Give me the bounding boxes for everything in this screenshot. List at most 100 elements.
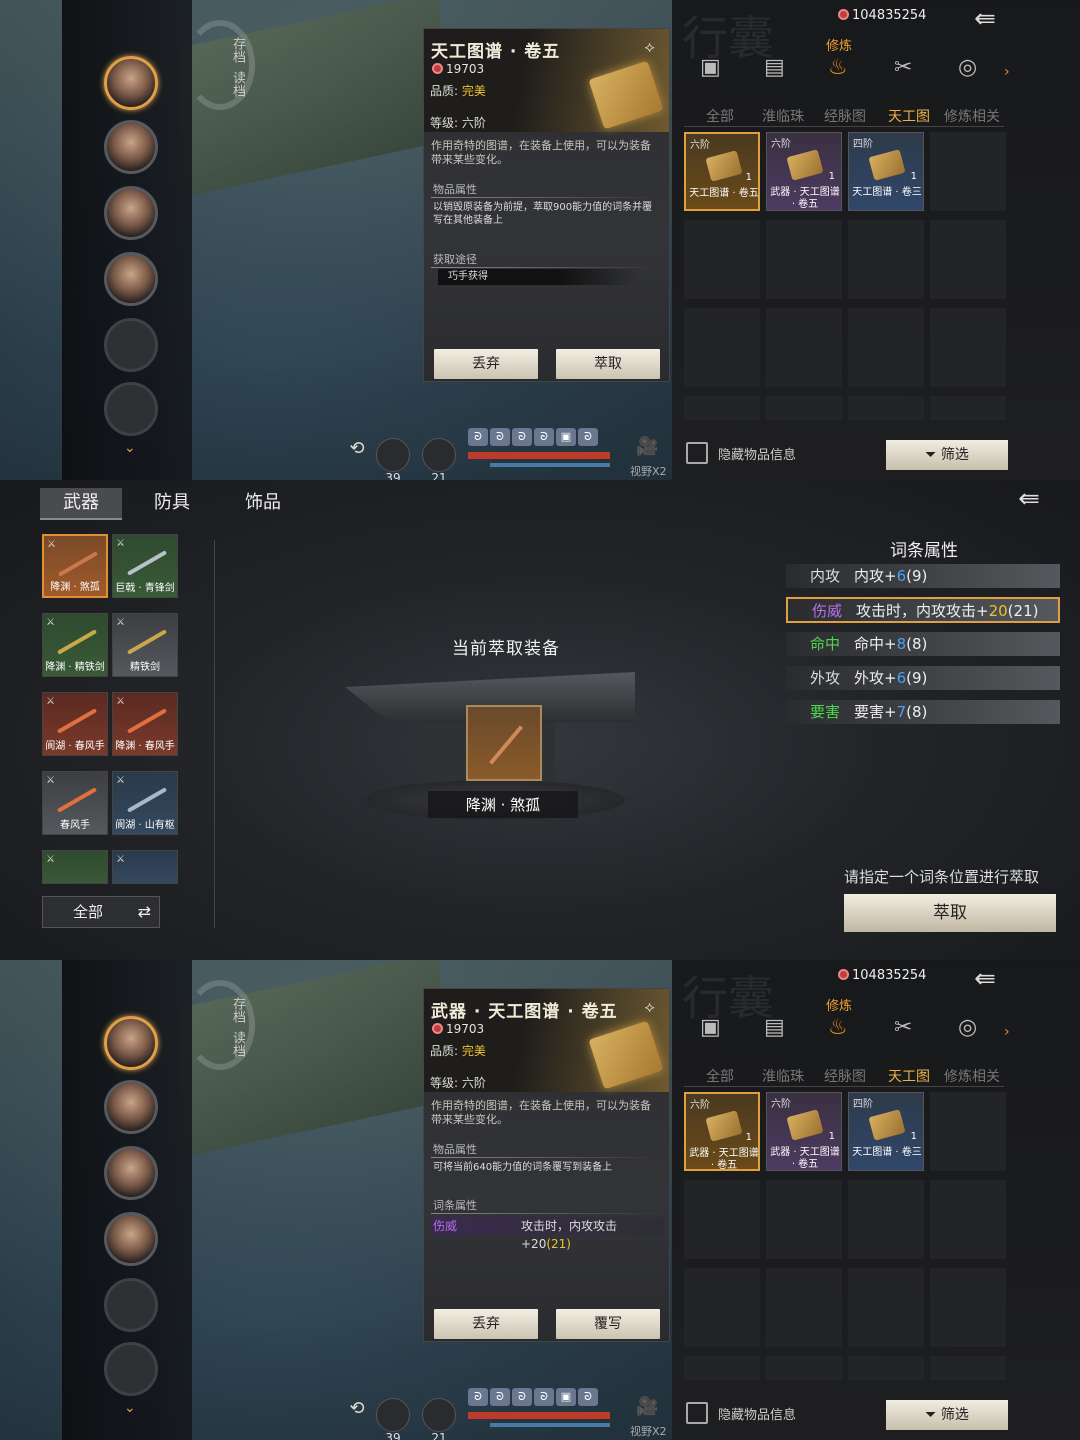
item-slot-2[interactable]: 21 bbox=[422, 1398, 456, 1440]
weapon-item-8[interactable]: ⚔ 阆湖 · 山有枢 bbox=[112, 771, 178, 835]
weapon-item-1[interactable]: ⚔ 降渊 · 煞孤 bbox=[42, 534, 108, 598]
back-arrow-icon[interactable]: ⇚ bbox=[1018, 484, 1040, 514]
tab-all[interactable]: 全部 bbox=[706, 106, 734, 126]
back-arrow-icon[interactable]: ⇚ bbox=[974, 4, 996, 34]
overwrite-button[interactable]: 覆写 bbox=[556, 1309, 660, 1339]
tab-meridian[interactable]: 经脉图 bbox=[824, 1066, 866, 1086]
tab-all[interactable]: 全部 bbox=[706, 1066, 734, 1086]
extract-button[interactable]: 萃取 bbox=[844, 894, 1056, 932]
bag-item-2[interactable]: 六阶 1 武器 · 天工图谱 · 卷五 bbox=[766, 132, 842, 211]
tab-tiangong[interactable]: 天工图 bbox=[888, 106, 930, 126]
attr-key: 外攻 bbox=[810, 669, 841, 687]
item-count: 1 bbox=[745, 172, 752, 183]
share-icon[interactable]: ⟡ bbox=[644, 37, 655, 57]
party-slot-empty-1[interactable] bbox=[104, 318, 158, 372]
bag-item-1[interactable]: 六阶 1 武器 · 天工图谱 · 卷五 bbox=[684, 1092, 760, 1171]
discard-button[interactable]: 丢弃 bbox=[434, 349, 538, 379]
attr-row-2[interactable]: 伤威 攻击时，内攻攻击+20(21) bbox=[786, 597, 1060, 623]
share-icon[interactable]: ⟡ bbox=[644, 997, 655, 1017]
chest-icon[interactable]: ▣ bbox=[700, 1015, 721, 1040]
bag-item-3[interactable]: 四阶 1 天工图谱 · 卷三 bbox=[848, 132, 924, 211]
book-icon[interactable]: ▤ bbox=[764, 1015, 785, 1040]
weapon-name: 降渊 · 煞孤 bbox=[50, 582, 100, 593]
party-avatar-2[interactable] bbox=[104, 1080, 158, 1134]
sword-icon: ⚔ bbox=[46, 696, 55, 707]
party-avatar-1[interactable] bbox=[104, 1016, 158, 1070]
divider bbox=[431, 1157, 661, 1158]
chevron-right-icon[interactable]: › bbox=[1004, 1024, 1010, 1040]
attr-row-3[interactable]: 命中 命中+8(8) bbox=[786, 632, 1060, 656]
discard-button[interactable]: 丢弃 bbox=[434, 1309, 538, 1339]
attr-text: 命中+ bbox=[854, 635, 897, 653]
back-arrow-icon[interactable]: ⇚ bbox=[974, 964, 996, 994]
save-button[interactable]: 存档 bbox=[218, 992, 245, 1028]
weapon-item-4[interactable]: ⚔ 精铁剑 bbox=[112, 613, 178, 677]
weapon-item-5[interactable]: ⚔ 阆湖 · 春风手 bbox=[42, 692, 108, 756]
party-slot-empty-1[interactable] bbox=[104, 1278, 158, 1332]
party-avatar-2[interactable] bbox=[104, 120, 158, 174]
refresh-icon[interactable]: ⟲ bbox=[340, 1398, 374, 1432]
party-avatar-3[interactable] bbox=[104, 1146, 158, 1200]
tab-tiangong[interactable]: 天工图 bbox=[888, 1066, 930, 1086]
tab-armor[interactable]: 防具 bbox=[154, 488, 190, 514]
attr-extra: (8) bbox=[906, 703, 928, 721]
tab-cultivation[interactable]: 修炼相关 bbox=[944, 106, 1000, 126]
gem-icon[interactable]: ◎ bbox=[958, 1015, 977, 1040]
camera-icon[interactable]: 🎥 bbox=[636, 436, 662, 457]
attr-row-1[interactable]: 内攻 内攻+6(9) bbox=[786, 564, 1060, 588]
tools-icon[interactable]: ✂ bbox=[894, 1015, 912, 1040]
bag-item-2[interactable]: 六阶 1 武器 · 天工图谱 · 卷五 bbox=[766, 1092, 842, 1171]
save-button[interactable]: 存档 bbox=[218, 32, 245, 68]
item-name: 天工图谱 · 卷三 bbox=[852, 1147, 922, 1158]
weapon-item-9[interactable]: ⚔ bbox=[42, 850, 108, 884]
weapon-item-2[interactable]: ⚔ 巨戟 · 青锋剑 bbox=[112, 534, 178, 598]
bag-item-1[interactable]: 六阶 1 天工图谱 · 卷五 bbox=[684, 132, 760, 211]
flame-icon[interactable]: ♨ bbox=[828, 55, 848, 80]
book-icon[interactable]: ▤ bbox=[764, 55, 785, 80]
weapon-item-7[interactable]: ⚔ 春风手 bbox=[42, 771, 108, 835]
item-slot-1[interactable]: 39 bbox=[376, 438, 410, 480]
load-button[interactable]: 读档 bbox=[218, 1026, 245, 1062]
weapon-art bbox=[57, 551, 99, 577]
attr-row-4[interactable]: 外攻 外攻+6(9) bbox=[786, 666, 1060, 690]
tab-pearl[interactable]: 淮临珠 bbox=[762, 1066, 804, 1086]
weapon-item-6[interactable]: ⚔ 降渊 · 春风手 bbox=[112, 692, 178, 756]
chest-icon[interactable]: ▣ bbox=[700, 55, 721, 80]
filter-all-button[interactable]: 全部 ⇄ bbox=[42, 896, 160, 928]
filter-button[interactable]: ⏷ 筛选 bbox=[886, 440, 1008, 470]
party-avatar-4[interactable] bbox=[104, 252, 158, 306]
weapon-item-10[interactable]: ⚔ bbox=[112, 850, 178, 884]
extract-button[interactable]: 萃取 bbox=[556, 349, 660, 379]
tab-meridian[interactable]: 经脉图 bbox=[824, 106, 866, 126]
party-avatar-3[interactable] bbox=[104, 186, 158, 240]
party-slot-empty-2[interactable] bbox=[104, 1342, 158, 1396]
chevron-right-icon[interactable]: › bbox=[1004, 64, 1010, 80]
item-slot-2[interactable]: 21 bbox=[422, 438, 456, 480]
attr-row-5[interactable]: 要害 要害+7(8) bbox=[786, 700, 1060, 724]
tab-weapon[interactable]: 武器 bbox=[40, 488, 122, 520]
item-attr-text: 可将当前640能力值的词条覆写到装备上 bbox=[433, 1162, 613, 1173]
party-slot-empty-2[interactable] bbox=[104, 382, 158, 436]
hide-info-checkbox[interactable] bbox=[686, 1402, 708, 1424]
chevron-down-icon[interactable]: ⌄ bbox=[124, 440, 136, 456]
filter-button[interactable]: ⏷ 筛选 bbox=[886, 1400, 1008, 1430]
current-equip-slot[interactable] bbox=[466, 705, 542, 781]
load-button[interactable]: 读档 bbox=[218, 66, 245, 102]
camera-icon[interactable]: 🎥 bbox=[636, 1396, 662, 1417]
tab-accessory[interactable]: 饰品 bbox=[245, 488, 281, 514]
tools-icon[interactable]: ✂ bbox=[894, 55, 912, 80]
hide-info-checkbox[interactable] bbox=[686, 442, 708, 464]
gem-icon[interactable]: ◎ bbox=[958, 55, 977, 80]
flame-icon[interactable]: ♨ bbox=[828, 1015, 848, 1040]
tab-pearl[interactable]: 淮临珠 bbox=[762, 106, 804, 126]
party-avatar-4[interactable] bbox=[104, 1212, 158, 1266]
attr-value: 攻击时，内攻攻击+20(21) bbox=[856, 599, 1038, 623]
party-avatar-1[interactable] bbox=[104, 56, 158, 110]
bag-item-3[interactable]: 四阶 1 天工图谱 · 卷三 bbox=[848, 1092, 924, 1171]
tab-cultivation[interactable]: 修炼相关 bbox=[944, 1066, 1000, 1086]
chevron-down-icon[interactable]: ⌄ bbox=[124, 1400, 136, 1416]
item-slot-1[interactable]: 39 bbox=[376, 1398, 410, 1440]
weapon-item-3[interactable]: ⚔ 降渊 · 精铁剑 bbox=[42, 613, 108, 677]
item-quality: 品质: 完美 bbox=[430, 1042, 486, 1059]
refresh-icon[interactable]: ⟲ bbox=[340, 438, 374, 472]
